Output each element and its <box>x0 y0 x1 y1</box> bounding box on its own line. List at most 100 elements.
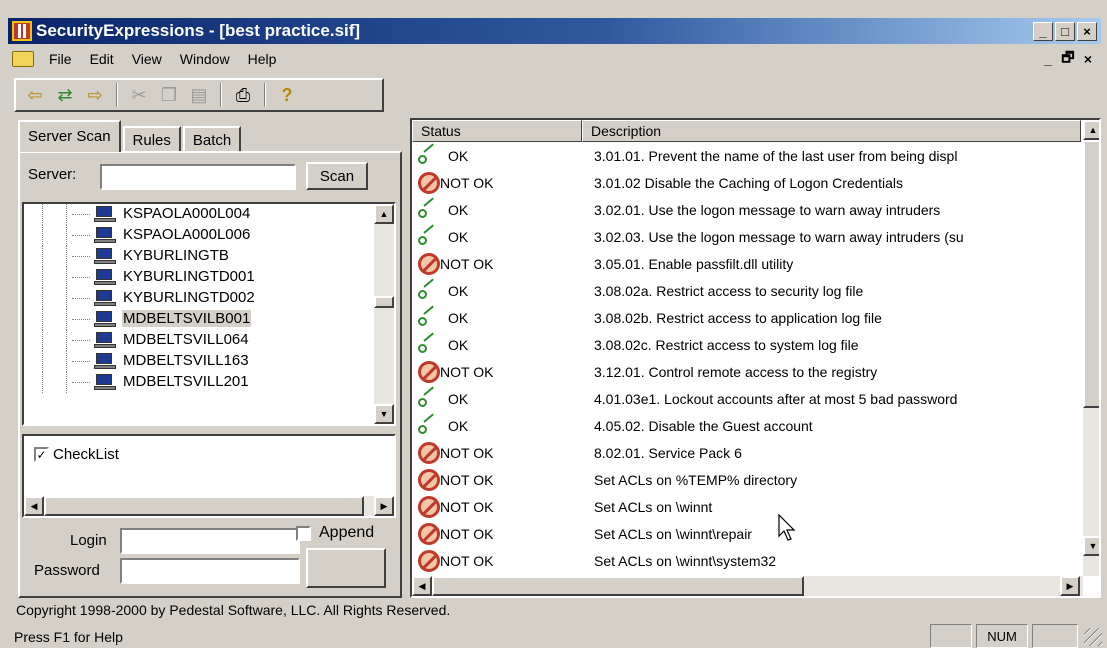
table-row[interactable]: OK 3.02.03. Use the logon message to warn… <box>412 223 1081 250</box>
tree-item-label: MDBELTSVILL201 <box>123 373 249 390</box>
tab-batch[interactable]: Batch <box>182 126 242 152</box>
paste-icon[interactable]: ▤ <box>184 81 214 109</box>
tab-server-scan[interactable]: Server Scan <box>18 120 121 152</box>
toolbar-separator <box>264 83 266 107</box>
menu-view[interactable]: View <box>123 51 171 67</box>
print-icon[interactable]: ⎙ <box>228 81 258 109</box>
tree-scrollbar[interactable]: ▲ ▼ <box>374 204 394 424</box>
toolbar: ⇦ ⇄ ⇨ ✂ ❐ ▤ ⎙ ? <box>14 78 384 112</box>
checklist-scrollbar[interactable]: ◀ ▶ <box>24 496 394 516</box>
table-row[interactable]: OK 3.01.01. Prevent the name of the last … <box>412 142 1081 169</box>
table-row[interactable]: OK 3.08.02c. Restrict access to system lo… <box>412 331 1081 358</box>
prohibited-icon <box>418 549 440 572</box>
scroll-thumb[interactable] <box>1083 140 1099 408</box>
scroll-right-icon[interactable]: ▶ <box>1060 576 1080 596</box>
tree-item[interactable]: MDBELTSVILB001 <box>24 309 394 330</box>
back-icon[interactable]: ⇦ <box>20 81 50 109</box>
toolbar-separator <box>116 83 118 107</box>
scroll-left-icon[interactable]: ◀ <box>412 576 432 596</box>
tree-item-label: MDBELTSVILB001 <box>122 310 252 327</box>
menu-help[interactable]: Help <box>239 51 286 67</box>
table-row[interactable]: NOT OK Set ACLs on \winnt\repair <box>412 520 1081 547</box>
scroll-right-icon[interactable]: ▶ <box>374 496 394 516</box>
unlabeled-button[interactable] <box>306 548 386 588</box>
append-checkbox[interactable] <box>296 525 311 541</box>
doc-restore-button[interactable]: 🗗 <box>1059 49 1077 68</box>
tree-item[interactable]: KYBURLINGTD002 <box>24 288 394 309</box>
menu-window[interactable]: Window <box>171 51 239 67</box>
status-text: NOT OK <box>440 471 494 488</box>
key-icon <box>418 197 440 219</box>
table-row[interactable]: NOT OK Set ACLs on %TEMP% directory <box>412 466 1081 493</box>
table-row[interactable]: OK 4.05.02. Disable the Guest account <box>412 412 1081 439</box>
close-button[interactable]: × <box>1077 21 1097 41</box>
copy-icon[interactable]: ❐ <box>154 81 184 109</box>
tree-item[interactable]: MDBELTSVILL163 <box>24 351 394 372</box>
password-input[interactable] <box>120 558 300 584</box>
table-row[interactable]: OK 3.08.02b. Restrict access to applicati… <box>412 304 1081 331</box>
document-icon[interactable] <box>12 51 34 67</box>
tree-item[interactable]: MDBELTSVILL201 <box>24 372 394 393</box>
checklist-row[interactable]: ✓ CheckList <box>34 446 119 463</box>
scroll-thumb[interactable] <box>374 296 394 308</box>
tree-item[interactable]: MDBELTSVILL064 <box>24 330 394 351</box>
tree-item[interactable]: KSPAOLA000L006 <box>24 225 394 246</box>
tree-item[interactable]: KSPAOLA000L004 <box>24 204 394 225</box>
list-body: OK 3.01.01. Prevent the name of the last … <box>412 142 1081 576</box>
list-vertical-scrollbar[interactable]: ▲ ▼ <box>1083 120 1099 576</box>
status-help-text: Press F1 for Help <box>14 629 123 645</box>
maximize-button[interactable]: □ <box>1055 21 1075 41</box>
window-title: SecurityExpressions - [best practice.sif… <box>36 21 361 40</box>
results-list[interactable]: Status Description OK 3.01.01. Prevent th… <box>410 118 1101 598</box>
scroll-up-icon[interactable]: ▲ <box>374 204 394 224</box>
status-cell: OK <box>412 197 582 219</box>
app-icon[interactable] <box>12 21 32 41</box>
doc-minimize-button[interactable]: _ <box>1039 51 1057 68</box>
table-row[interactable]: NOT OK 3.01.02 Disable the Caching of Log… <box>412 169 1081 196</box>
compare-icon[interactable]: ⇄ <box>50 81 80 109</box>
key-icon <box>418 413 440 435</box>
doc-close-button[interactable]: × <box>1079 51 1097 68</box>
key-icon <box>418 305 440 327</box>
table-row[interactable]: NOT OK 3.05.01. Enable passfilt.dll utili… <box>412 250 1081 277</box>
server-input[interactable] <box>100 164 296 190</box>
login-input[interactable] <box>120 528 300 554</box>
table-row[interactable]: OK 3.02.01. Use the logon message to warn… <box>412 196 1081 223</box>
description-cell: 3.01.02 Disable the Caching of Logon Cre… <box>594 174 903 191</box>
tree-item[interactable]: KYBURLINGTB <box>24 246 394 267</box>
table-row[interactable]: NOT OK Set ACLs on \winnt <box>412 493 1081 520</box>
export-icon[interactable]: ⇨ <box>80 81 110 109</box>
status-text: OK <box>448 282 469 299</box>
menu-file[interactable]: File <box>40 51 81 67</box>
list-horizontal-scrollbar[interactable]: ◀ ▶ <box>412 576 1083 596</box>
scroll-up-icon[interactable]: ▲ <box>1083 120 1099 140</box>
scroll-thumb[interactable] <box>44 496 364 516</box>
tree-item[interactable]: KYBURLINGTD001 <box>24 267 394 288</box>
table-row[interactable]: NOT OK 3.12.01. Control remote access to … <box>412 358 1081 385</box>
scan-button[interactable]: Scan <box>306 162 368 190</box>
checklist-checkbox[interactable]: ✓ <box>34 447 49 462</box>
scroll-thumb[interactable] <box>432 576 804 596</box>
table-row[interactable]: NOT OK Set ACLs on \winnt\system32 <box>412 547 1081 574</box>
prohibited-icon <box>418 252 440 275</box>
append-option[interactable]: Append <box>296 524 374 542</box>
scroll-down-icon[interactable]: ▼ <box>374 404 394 424</box>
scroll-left-icon[interactable]: ◀ <box>24 496 44 516</box>
computer-icon <box>94 311 116 328</box>
prohibited-icon <box>418 441 440 464</box>
help-icon[interactable]: ? <box>272 81 302 109</box>
scroll-down-icon[interactable]: ▼ <box>1083 536 1099 556</box>
column-description[interactable]: Description <box>582 120 1081 142</box>
title-bar[interactable]: SecurityExpressions - [best practice.sif… <box>8 18 1101 44</box>
column-status[interactable]: Status <box>412 120 582 142</box>
list-header: Status Description <box>412 120 1081 142</box>
tab-rules[interactable]: Rules <box>122 126 181 152</box>
minimize-button[interactable]: _ <box>1033 21 1053 41</box>
resize-grip-icon[interactable] <box>1084 628 1102 646</box>
table-row[interactable]: NOT OK 8.02.01. Service Pack 6 <box>412 439 1081 466</box>
table-row[interactable]: OK 3.08.02a. Restrict access to security … <box>412 277 1081 304</box>
menu-edit[interactable]: Edit <box>81 51 123 67</box>
server-tree[interactable]: KSPAOLA000L004 KSPAOLA000L006 KYBURLINGTB K… <box>22 202 396 426</box>
cut-icon[interactable]: ✂ <box>124 81 154 109</box>
table-row[interactable]: OK 4.01.03e1. Lockout accounts after at m… <box>412 385 1081 412</box>
